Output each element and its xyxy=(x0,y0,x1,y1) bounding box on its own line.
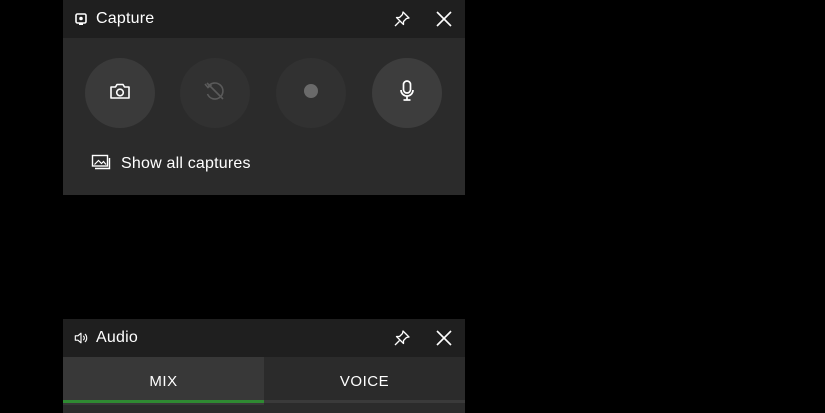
close-icon[interactable] xyxy=(433,8,455,30)
capture-titlebar[interactable]: Capture xyxy=(63,0,465,38)
screenshot-button[interactable] xyxy=(85,58,155,128)
audio-titlebar[interactable]: Audio xyxy=(63,319,465,357)
microphone-toggle-button[interactable] xyxy=(372,58,442,128)
pin-icon[interactable] xyxy=(391,8,413,30)
camera-icon xyxy=(109,82,131,105)
show-all-captures-label: Show all captures xyxy=(121,155,251,172)
tab-voice-indicator xyxy=(264,400,465,403)
capture-body: Show all captures xyxy=(63,38,465,195)
capture-widget-icon xyxy=(74,12,88,26)
close-icon[interactable] xyxy=(433,327,455,349)
gallery-icon xyxy=(91,154,111,175)
tab-mix-indicator xyxy=(63,400,264,403)
show-all-captures-link[interactable]: Show all captures xyxy=(91,154,251,174)
microphone-icon xyxy=(398,79,416,108)
tab-mix-label: MIX xyxy=(149,372,178,390)
speaker-icon xyxy=(74,331,88,345)
pin-icon[interactable] xyxy=(391,327,413,349)
start-recording-button[interactable] xyxy=(276,58,346,128)
tab-voice[interactable]: VOICE xyxy=(264,357,465,405)
tab-mix[interactable]: MIX xyxy=(63,357,264,405)
capture-title: Capture xyxy=(96,10,155,27)
record-dot-icon xyxy=(303,83,319,104)
capture-widget: Capture Show all captures xyxy=(63,0,465,195)
audio-tabs: MIX VOICE xyxy=(63,357,465,405)
record-last-30s-icon xyxy=(203,79,227,108)
audio-title: Audio xyxy=(96,329,138,346)
audio-widget: Audio MIX VOICE xyxy=(63,319,465,413)
record-last-30s-button[interactable] xyxy=(180,58,250,128)
tab-voice-label: VOICE xyxy=(339,372,390,390)
